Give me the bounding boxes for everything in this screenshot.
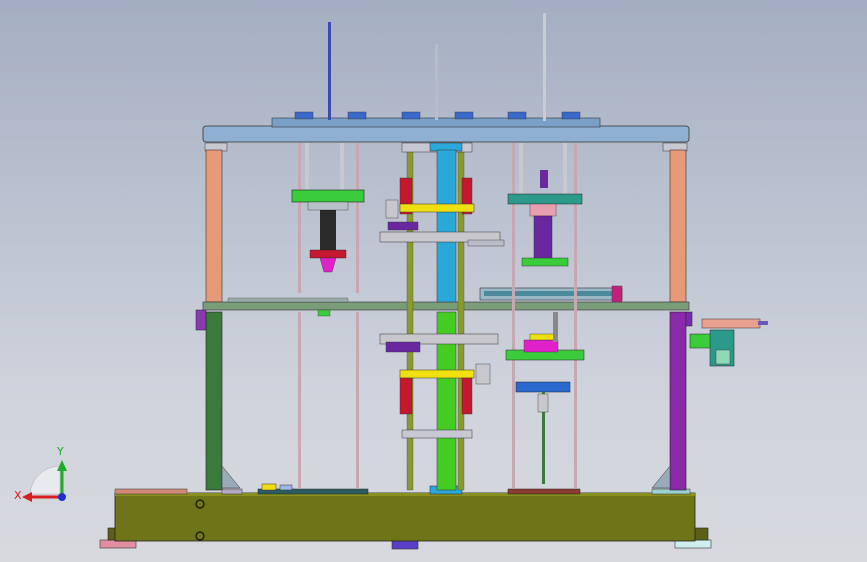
right-side-post [651,142,693,491]
left-lower-pillars [298,309,359,488]
central-column [379,142,505,491]
vertical-rods-top [328,13,546,121]
left-side-post [195,142,241,491]
coordinate-triad: X Y [14,445,67,502]
machine-base [99,483,712,550]
side-cylinder-assembly [689,318,768,367]
cad-viewport[interactable]: X Y [0,0,867,562]
y-axis-label: Y [56,445,64,458]
right-module [505,143,585,488]
cad-assembly-drawing: X Y [14,13,768,550]
top-frame-plate [202,111,690,143]
z-axis-dot [58,493,66,501]
left-upper-module [291,143,365,293]
x-axis-label: X [14,489,22,502]
